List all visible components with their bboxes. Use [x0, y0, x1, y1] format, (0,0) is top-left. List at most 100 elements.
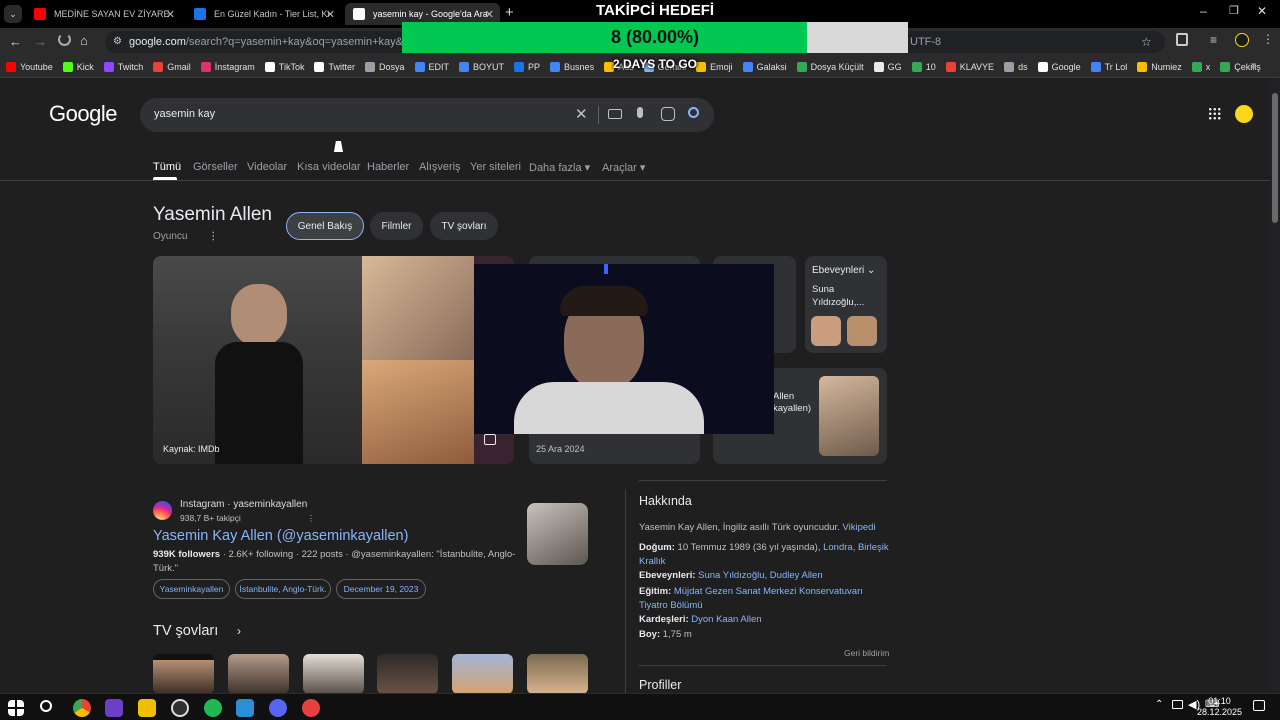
- new-tab-button[interactable]: +: [505, 4, 514, 21]
- search-tab[interactable]: Alışveriş: [419, 161, 461, 173]
- account-avatar[interactable]: [1235, 105, 1253, 123]
- tv-show-thumbnail[interactable]: [303, 654, 364, 693]
- tab-close-icon[interactable]: ✕: [166, 8, 175, 21]
- result-menu-icon[interactable]: ⋮: [307, 513, 316, 523]
- app-icon[interactable]: [138, 699, 156, 717]
- close-window-button[interactable]: ✕: [1257, 4, 1267, 18]
- apps-icon[interactable]: [1208, 107, 1221, 120]
- bookmark-item[interactable]: KLAVYE: [945, 61, 994, 72]
- bookmark-item[interactable]: GG: [873, 61, 902, 72]
- result-thumbnail[interactable]: [527, 503, 588, 565]
- system-clock[interactable]: 01:10 28.12.2025: [1197, 696, 1242, 718]
- tv-shows-arrow-icon[interactable]: ›: [229, 621, 249, 641]
- discord-icon[interactable]: [269, 699, 287, 717]
- bookmark-item[interactable]: EDIT: [414, 61, 449, 72]
- profile-avatar[interactable]: [1235, 33, 1249, 47]
- microphone-icon[interactable]: [637, 107, 643, 118]
- wikipedia-link[interactable]: Vikipedi: [842, 522, 875, 533]
- entity-chip[interactable]: TV şovları: [430, 212, 498, 240]
- bookmark-item[interactable]: Ads: [604, 61, 634, 72]
- chrome-icon[interactable]: [73, 699, 91, 717]
- search-tab[interactable]: Kısa videolar: [297, 161, 361, 173]
- search-tab[interactable]: Daha fazla ▾: [529, 161, 590, 174]
- parents-card[interactable]: Ebeveynleri ⌄ Suna Yıldızoğlu,...: [805, 256, 887, 353]
- app-icon[interactable]: [302, 699, 320, 717]
- back-icon[interactable]: ←: [9, 34, 22, 49]
- tab-close-icon[interactable]: ✕: [485, 8, 494, 21]
- tv-show-thumbnail[interactable]: [452, 654, 513, 693]
- search-tab[interactable]: Araçlar ▾: [602, 161, 645, 174]
- bookmark-item[interactable]: Youtube: [6, 61, 53, 72]
- bookmark-item[interactable]: TikTok: [264, 61, 304, 72]
- search-tab[interactable]: Yer siteleri: [470, 161, 521, 173]
- forward-icon[interactable]: →: [34, 34, 47, 49]
- bookmark-item[interactable]: BOYUT: [459, 61, 504, 72]
- browser-tab[interactable]: yasemin kay - Google'da Ara ✕: [345, 3, 500, 25]
- loading-stop-icon[interactable]: [58, 33, 71, 46]
- windows-start-icon[interactable]: [8, 700, 24, 716]
- maximize-button[interactable]: ❐: [1229, 4, 1239, 17]
- entity-chip[interactable]: Filmler: [370, 212, 423, 240]
- bookmark-item[interactable]: 10: [911, 61, 936, 72]
- feedback-link[interactable]: Geri bildirim: [844, 648, 889, 658]
- entity-photo-3[interactable]: [362, 360, 474, 464]
- search-tab[interactable]: Videolar: [247, 161, 287, 173]
- bookmark-item[interactable]: Dosya: [364, 61, 405, 72]
- google-logo[interactable]: Google: [49, 101, 117, 127]
- search-icon[interactable]: [40, 700, 52, 712]
- home-icon[interactable]: ⌂: [80, 33, 88, 48]
- bookmark-item[interactable]: ds: [1004, 61, 1028, 72]
- bookmark-item[interactable]: Galaksi: [742, 61, 787, 72]
- search-tab[interactable]: Haberler: [367, 161, 409, 173]
- bookmark-item[interactable]: Busnes: [550, 61, 594, 72]
- bookmark-item[interactable]: Twitter: [314, 61, 355, 72]
- tv-show-thumbnail[interactable]: [228, 654, 289, 693]
- tv-show-thumbnail[interactable]: [153, 654, 214, 693]
- search-tab[interactable]: Görseller: [193, 161, 238, 173]
- bookmark-item[interactable]: Twitch: [103, 61, 143, 72]
- result-tag[interactable]: December 19, 2023: [336, 579, 426, 599]
- tv-shows-heading[interactable]: TV şovları: [153, 623, 218, 639]
- notification-icon[interactable]: [1253, 700, 1265, 711]
- result-title-link[interactable]: Yasemin Kay Allen (@yaseminkayallen): [153, 528, 408, 544]
- scrollbar-thumb[interactable]: [1272, 93, 1278, 223]
- app-icon[interactable]: [236, 699, 254, 717]
- site-info-icon[interactable]: ⚙: [113, 31, 122, 53]
- image-gallery-icon[interactable]: [484, 434, 496, 445]
- bookmark-star-icon[interactable]: ☆: [1141, 31, 1152, 53]
- address-bar[interactable]: ⚙ google.com/search?q=yasemin+kay&oq=yas…: [105, 31, 1165, 53]
- clear-icon[interactable]: ✕: [575, 105, 588, 123]
- result-tag[interactable]: İstanbulite, Anglo-Türk.: [235, 579, 331, 599]
- bookmark-item[interactable]: Emoji: [696, 61, 733, 72]
- menu-icon[interactable]: ⋮: [1262, 32, 1274, 46]
- browser-tab[interactable]: En Güzel Kadın - Tier List, Kör S✕: [186, 3, 341, 25]
- tv-show-thumbnail[interactable]: [377, 654, 438, 693]
- parents-link[interactable]: Suna Yıldızoğlu, Dudley Allen: [698, 570, 822, 581]
- media-icon[interactable]: ≡: [1210, 33, 1217, 47]
- bookmark-item[interactable]: Tr Lol: [1090, 61, 1127, 72]
- spotify-icon[interactable]: [204, 699, 222, 717]
- tab-search-button[interactable]: ⌄: [4, 5, 22, 23]
- minimize-button[interactable]: –: [1200, 4, 1207, 18]
- bookmark-item[interactable]: İnstagram: [200, 61, 255, 72]
- page-scrollbar[interactable]: [1270, 79, 1280, 693]
- bookmark-item[interactable]: PP: [514, 61, 540, 72]
- bookmark-item[interactable]: Numiez: [1137, 61, 1182, 72]
- bookmark-item[interactable]: Google: [1037, 61, 1081, 72]
- tray-chevron-icon[interactable]: ⌃: [1155, 699, 1163, 710]
- search-input[interactable]: yasemin kay ✕: [140, 98, 714, 132]
- obs-icon[interactable]: [171, 699, 189, 717]
- tab-close-icon[interactable]: ✕: [326, 8, 335, 21]
- bookmark-item[interactable]: Dosya Küçült: [796, 61, 864, 72]
- lens-icon[interactable]: [661, 107, 675, 121]
- app-icon[interactable]: [105, 699, 123, 717]
- bookmarks-overflow-icon[interactable]: »: [1251, 60, 1257, 71]
- education-link[interactable]: Müjdat Gezen Sanat Merkezi Konservatuvar…: [639, 586, 863, 611]
- result-tag[interactable]: Yaseminkayallen: [153, 579, 230, 599]
- browser-tab[interactable]: MEDİNE SAYAN EV ZİYARETİ - Y✕: [26, 3, 181, 25]
- search-icon[interactable]: [688, 107, 699, 118]
- search-tab[interactable]: Tümü: [153, 161, 181, 173]
- more-options-icon[interactable]: ⋮: [208, 231, 218, 242]
- entity-photo-2[interactable]: [362, 256, 474, 360]
- network-icon[interactable]: [1172, 700, 1183, 709]
